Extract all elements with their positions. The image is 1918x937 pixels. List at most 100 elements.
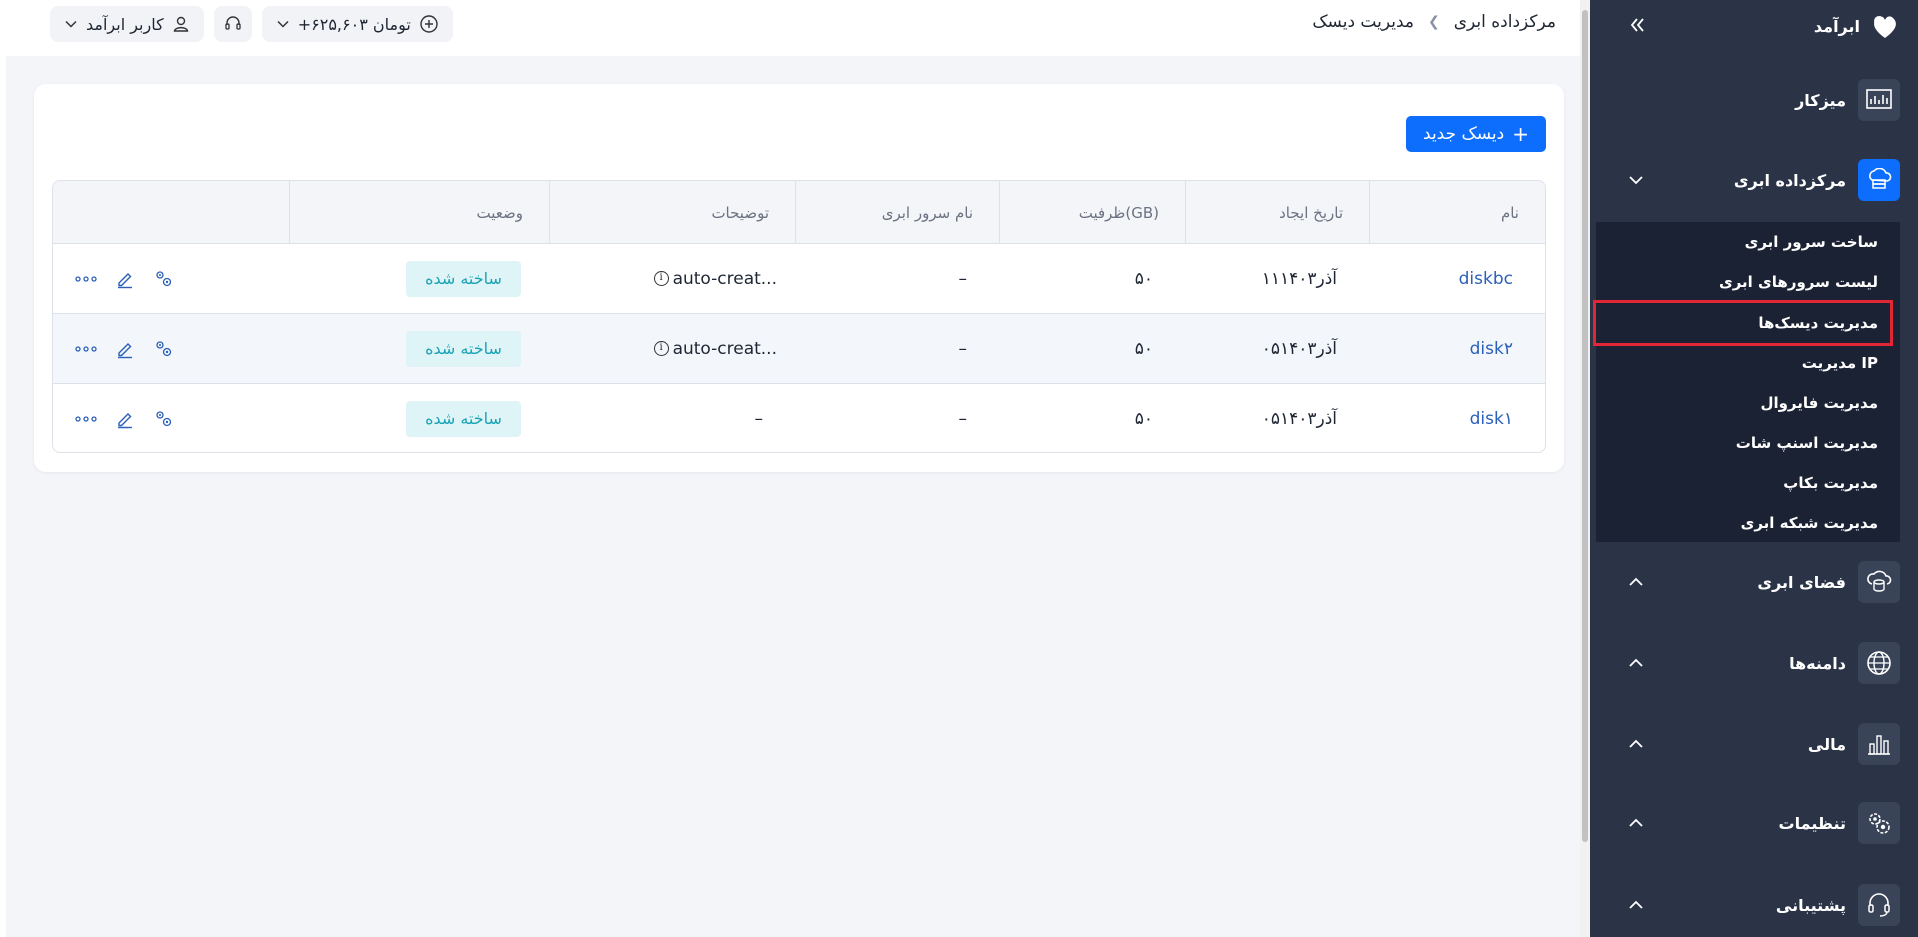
- description-text: auto-creat...: [672, 338, 777, 359]
- disk-name-link[interactable]: disk۱: [1369, 384, 1545, 452]
- submenu-network[interactable]: مدیریت شبکه ابری: [1596, 503, 1882, 543]
- row-actions: [75, 244, 175, 313]
- brand-logo[interactable]: ابرآمد: [1814, 12, 1900, 40]
- description: i auto-creat...: [549, 244, 795, 313]
- nav-domains[interactable]: دامنه‌ها: [1590, 639, 1918, 687]
- capacity: ۵۰: [1134, 408, 1153, 429]
- balance-amount: +۶۲۵,۶۰۳ تومان: [297, 14, 411, 34]
- info-icon[interactable]: i: [653, 341, 669, 356]
- scroll-thumb[interactable]: [1582, 10, 1588, 842]
- capacity: ۵۰: [1134, 338, 1153, 359]
- nav-dashboard[interactable]: میزکار: [1590, 76, 1918, 124]
- settings-icon[interactable]: [153, 339, 175, 359]
- description: i auto-creat...: [549, 314, 795, 383]
- header-server[interactable]: نام سرور ابری: [795, 181, 999, 244]
- dashboard-icon: [1858, 79, 1900, 121]
- cloud-storage-icon: [1858, 561, 1900, 603]
- header-created[interactable]: تاریخ ایجاد: [1185, 181, 1369, 244]
- row-actions: [75, 384, 175, 452]
- server-name: –: [958, 268, 968, 289]
- edit-icon[interactable]: [115, 339, 135, 359]
- more-icon[interactable]: [75, 345, 97, 352]
- more-icon[interactable]: [75, 415, 97, 422]
- created-date: ۰۵آذر۱۴۰۳: [1261, 408, 1337, 429]
- submenu-create-server[interactable]: ساخت سرور ابری: [1596, 222, 1882, 262]
- capacity: ۵۰: [1134, 268, 1153, 289]
- status-badge: ساخته شده: [406, 260, 521, 297]
- server-name: –: [958, 408, 968, 429]
- balance-button[interactable]: +۶۲۵,۶۰۳ تومان: [261, 6, 453, 42]
- header-description[interactable]: توضیحات: [549, 181, 795, 244]
- status-cell: ساخته شده: [289, 314, 549, 383]
- main-area: مرکزداده ابری ❮ مدیریت دیسک کاربر ابرآمد…: [6, 0, 1580, 937]
- chevron-down-icon: [65, 20, 77, 28]
- table-row: disk۲ ۰۵آذر۱۴۰۳ ۵۰ – i auto-creat... ساخ…: [53, 314, 1545, 384]
- chevron-up-icon: [1629, 900, 1643, 909]
- new-disk-label: دیسک جدید: [1423, 124, 1505, 144]
- brand-name: ابرآمد: [1813, 16, 1860, 36]
- header-name[interactable]: نام: [1369, 181, 1545, 244]
- nav-label: پشتیبانی: [1775, 895, 1846, 915]
- nav-label: فضای ابری: [1757, 572, 1846, 592]
- user-menu-button[interactable]: کاربر ابرآمد: [50, 6, 204, 42]
- plus-icon: +: [1512, 122, 1529, 146]
- breadcrumb-current: مدیریت دیسک: [1312, 12, 1414, 32]
- headset-icon: [225, 16, 241, 30]
- user-icon: [173, 16, 189, 32]
- chevron-left-icon: ❮: [1427, 14, 1440, 30]
- more-icon[interactable]: [75, 275, 97, 282]
- collapse-sidebar-icon[interactable]: [1628, 16, 1646, 34]
- status-cell: ساخته شده: [289, 384, 549, 452]
- created-date: ۰۵آذر۱۴۰۳: [1261, 338, 1337, 359]
- sidebar: ابرآمد میزکار مرکزداده ابری ساخت سرور اب…: [1590, 0, 1918, 937]
- server-name: –: [958, 338, 968, 359]
- add-circle-icon: [420, 15, 438, 33]
- status-badge: ساخته شده: [406, 330, 521, 367]
- nav-label: دامنه‌ها: [1789, 653, 1846, 673]
- chevron-up-icon: [1629, 818, 1643, 827]
- nav-settings[interactable]: تنظیمات: [1590, 799, 1918, 847]
- submenu-backup[interactable]: مدیریت بکاپ: [1596, 463, 1882, 503]
- header-capacity[interactable]: ظرفیت(GB): [999, 181, 1185, 244]
- globe-icon: [1858, 642, 1900, 684]
- submenu-disk-management[interactable]: مدیریت دیسک‌ها: [1593, 300, 1893, 346]
- settings-icon[interactable]: [153, 409, 175, 429]
- disk-name-link[interactable]: disk۲: [1369, 314, 1545, 383]
- nav-label: مرکزداده ابری: [1733, 170, 1846, 190]
- cloud-server-icon: [1858, 159, 1900, 201]
- disk-name-link[interactable]: diskbc: [1369, 244, 1545, 313]
- edit-icon[interactable]: [115, 269, 135, 289]
- gears-icon: [1858, 802, 1900, 844]
- support-button[interactable]: [213, 6, 252, 42]
- status-cell: ساخته شده: [289, 244, 549, 313]
- top-bar: مرکزداده ابری ❮ مدیریت دیسک کاربر ابرآمد…: [6, 0, 1580, 56]
- nav-datacenter[interactable]: مرکزداده ابری: [1590, 156, 1918, 204]
- chevron-up-icon: [1629, 658, 1643, 667]
- nav-cloud-space[interactable]: فضای ابری: [1590, 558, 1918, 606]
- chevron-down-icon: [1629, 176, 1643, 185]
- nav-finance[interactable]: مالی: [1590, 720, 1918, 768]
- new-disk-button[interactable]: + دیسک جدید: [1406, 116, 1546, 152]
- status-badge: ساخته شده: [406, 400, 521, 437]
- submenu-ip-management[interactable]: مدیریت IP: [1596, 343, 1882, 383]
- datacenter-submenu: ساخت سرور ابری لیست سرورهای ابری مدیریت …: [1593, 222, 1900, 543]
- submenu-firewall[interactable]: مدیریت فایروال: [1596, 383, 1882, 423]
- chevron-down-icon: [277, 20, 289, 28]
- nav-label: میزکار: [1795, 90, 1846, 110]
- row-actions: [75, 314, 175, 383]
- disk-card: + دیسک جدید نام تاریخ ایجاد ظرفیت(GB) نا…: [34, 84, 1564, 472]
- settings-icon[interactable]: [153, 269, 175, 289]
- edit-icon[interactable]: [115, 409, 135, 429]
- chevron-up-icon: [1629, 577, 1643, 586]
- created-date: ۱۱آذر۱۴۰۳: [1261, 268, 1337, 289]
- info-icon[interactable]: i: [653, 271, 669, 286]
- header-status[interactable]: وضعیت: [289, 181, 549, 244]
- breadcrumb-root[interactable]: مرکزداده ابری: [1454, 12, 1556, 32]
- submenu-server-list[interactable]: لیست سرورهای ابری: [1596, 262, 1882, 302]
- top-actions: کاربر ابرآمد +۶۲۵,۶۰۳ تومان: [50, 6, 453, 42]
- submenu-snapshot[interactable]: مدیریت اسنپ شات: [1596, 423, 1882, 463]
- logo-icon: [1874, 16, 1896, 38]
- nav-support[interactable]: پشتیبانی: [1590, 881, 1918, 929]
- description-wrap: i auto-creat...: [653, 269, 777, 289]
- main-scrollbar[interactable]: [1580, 0, 1590, 937]
